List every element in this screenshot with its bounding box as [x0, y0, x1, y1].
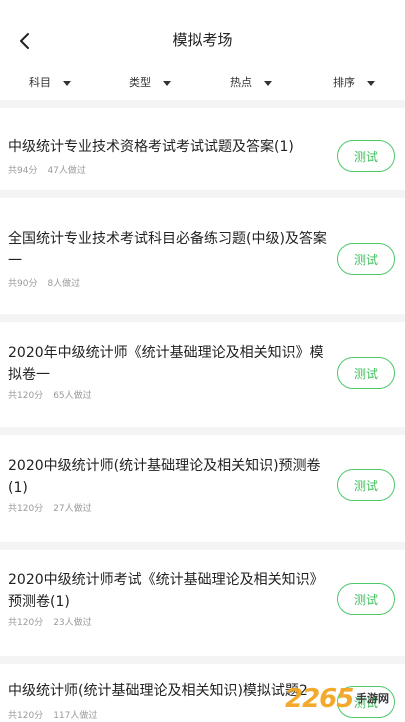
exam-list-item[interactable]: 全国统计专业技术考试科目必备练习题(中级)及答案一 共90分 8人做过 测试: [0, 198, 405, 314]
exam-score: 共94分: [8, 166, 38, 176]
exam-views: 23人做过: [53, 618, 92, 628]
exam-title: 2020中级统计师(统计基础理论及相关知识)预测卷(1): [8, 458, 321, 496]
exam-title: 2020年中级统计师《统计基础理论及相关知识》模拟卷一: [8, 345, 324, 383]
exam-title: 2020中级统计师考试《统计基础理论及相关知识》预测卷(1): [8, 572, 324, 610]
test-button[interactable]: 测试: [337, 357, 395, 389]
caret-down-icon: [264, 81, 272, 86]
exam-meta: 共90分 8人做过: [8, 278, 80, 290]
filter-hot[interactable]: 热点: [230, 72, 272, 94]
exam-title: 全国统计专业技术考试科目必备练习题(中级)及答案一: [8, 231, 327, 269]
exam-meta: 共120分 27人做过: [8, 503, 92, 515]
section-divider: [0, 190, 405, 198]
test-button[interactable]: 测试: [337, 243, 395, 275]
exam-list-item[interactable]: 2020中级统计师考试《统计基础理论及相关知识》预测卷(1) 共120分 23人做…: [0, 550, 405, 656]
exam-list-item[interactable]: 中级统计专业技术资格考试考试试题及答案(1) 共94分 47人做过 测试: [0, 108, 405, 190]
exam-meta: 共120分 65人做过: [8, 390, 92, 402]
exam-views: 65人做过: [53, 391, 92, 401]
exam-score: 共90分: [8, 279, 38, 289]
page-title: 模拟考场: [172, 31, 233, 49]
exam-list-item[interactable]: 2020年中级统计师《统计基础理论及相关知识》模拟卷一 共120分 65人做过 测…: [0, 322, 405, 427]
filter-label: 热点: [230, 76, 252, 89]
filter-label: 排序: [333, 76, 355, 89]
test-button[interactable]: 测试: [337, 140, 395, 172]
section-divider: [0, 100, 405, 108]
exam-score: 共120分: [8, 618, 44, 628]
section-divider: [0, 542, 405, 550]
caret-down-icon: [163, 81, 171, 86]
filter-label: 科目: [29, 76, 51, 89]
watermark-text: 手游网: [356, 692, 389, 705]
exam-meta: 共120分 23人做过: [8, 617, 92, 629]
filter-label: 类型: [129, 76, 151, 89]
filter-sort[interactable]: 排序: [333, 72, 375, 94]
section-divider: [0, 656, 405, 664]
exam-meta: 共94分 47人做过: [8, 165, 86, 177]
caret-down-icon: [63, 81, 71, 86]
site-watermark-logo: 2265 手游网: [285, 684, 405, 720]
test-button[interactable]: 测试: [337, 469, 395, 501]
exam-title: 中级统计专业技术资格考试考试试题及答案(1): [8, 139, 294, 155]
section-divider: [0, 427, 405, 435]
exam-score: 共120分: [8, 391, 44, 401]
test-button[interactable]: 测试: [337, 583, 395, 615]
exam-views: 27人做过: [53, 504, 92, 514]
exam-views: 47人做过: [47, 166, 86, 176]
caret-down-icon: [367, 81, 375, 86]
exam-views: 8人做过: [47, 279, 81, 289]
top-bar: 模拟考场: [0, 0, 405, 80]
filter-type[interactable]: 类型: [129, 72, 171, 94]
exam-score: 共120分: [8, 504, 44, 514]
section-divider: [0, 314, 405, 322]
filter-bar: 科目 类型 热点 排序: [0, 72, 405, 94]
exam-list-item[interactable]: 2020中级统计师(统计基础理论及相关知识)预测卷(1) 共120分 27人做过 …: [0, 435, 405, 542]
exam-meta: 共120分 117人做过: [8, 710, 97, 722]
watermark-number: 2265: [285, 684, 354, 714]
exam-title: 中级统计师(统计基础理论及相关知识)模拟试题2: [8, 683, 308, 699]
filter-subject[interactable]: 科目: [29, 72, 71, 94]
